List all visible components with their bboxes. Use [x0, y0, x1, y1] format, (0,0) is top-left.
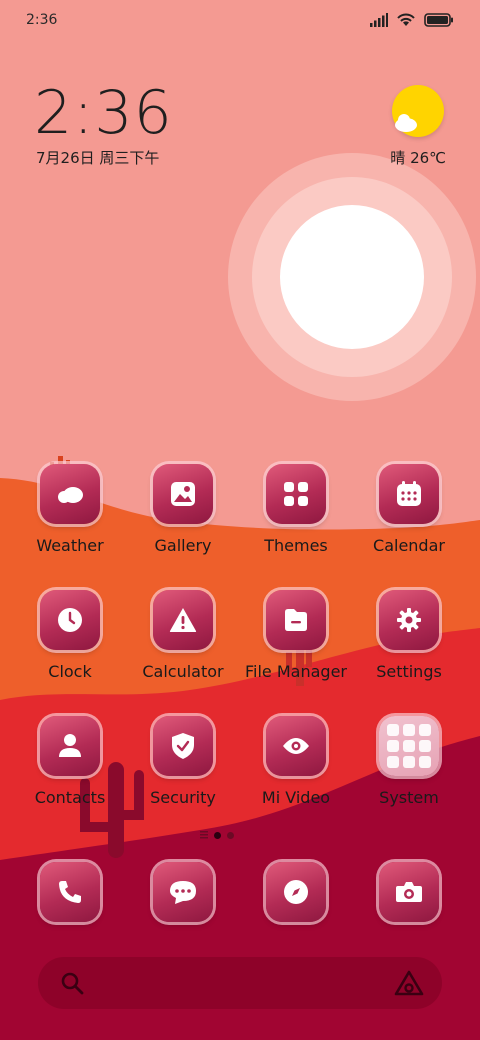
app-contacts[interactable]: Contacts	[14, 716, 126, 807]
dock-camera-tile[interactable]	[379, 862, 439, 922]
clock-icon	[58, 608, 82, 632]
warning-icon	[169, 608, 197, 632]
app-label: System	[379, 788, 439, 807]
app-clock-tile[interactable]	[40, 590, 100, 650]
message-icon	[170, 881, 196, 904]
app-security[interactable]: Security	[127, 716, 239, 807]
search-bar[interactable]	[38, 957, 442, 1009]
folder-grid-icon	[387, 724, 431, 768]
cloud-icon	[58, 487, 83, 503]
wifi-icon	[397, 13, 415, 26]
dock-camera[interactable]	[353, 862, 465, 922]
app-calculator-tile[interactable]	[153, 590, 213, 650]
menu-lines-icon	[200, 831, 208, 839]
status-time: 2:36	[26, 12, 58, 28]
app-settings[interactable]: Settings	[353, 590, 465, 681]
app-gallery[interactable]: Gallery	[127, 464, 239, 555]
app-calendar-tile[interactable]	[379, 464, 439, 524]
sun	[280, 205, 424, 349]
dock-browser[interactable]	[240, 862, 352, 922]
app-system-folder[interactable]: System	[353, 716, 465, 807]
app-label: File Manager	[245, 662, 347, 681]
clock-widget-date[interactable]: 7月26日 周三下午	[36, 147, 159, 168]
app-themes[interactable]: Themes	[240, 464, 352, 555]
app-system-tile[interactable]	[379, 716, 439, 776]
status-bar: 2:36	[26, 10, 454, 32]
app-label: Contacts	[34, 788, 106, 807]
app-label: Mi Video	[261, 788, 331, 807]
app-label: Themes	[264, 536, 328, 555]
app-calculator[interactable]: Calculator	[127, 590, 239, 681]
dock-messages-tile[interactable]	[153, 862, 213, 922]
app-label: Calculator	[142, 662, 224, 681]
signal-icon	[370, 13, 388, 27]
search-icon[interactable]	[60, 971, 84, 995]
app-weather-tile[interactable]	[40, 464, 100, 524]
app-themes-tile[interactable]	[266, 464, 326, 524]
eye-icon	[283, 738, 309, 754]
image-icon	[171, 482, 195, 506]
page-dot	[227, 831, 234, 839]
assistant-icon[interactable]	[394, 969, 424, 997]
app-label: Gallery	[154, 536, 212, 555]
folder-icon	[285, 609, 307, 631]
grid-icon	[284, 482, 308, 506]
app-contacts-tile[interactable]	[40, 716, 100, 776]
weather-text: 晴 26℃	[390, 149, 446, 167]
camera-icon	[396, 882, 422, 902]
app-calendar[interactable]: Calendar	[353, 464, 465, 555]
person-icon	[59, 734, 81, 757]
app-file-manager-tile[interactable]	[266, 590, 326, 650]
shield-icon	[172, 733, 194, 759]
app-label: Settings	[376, 662, 442, 681]
app-security-tile[interactable]	[153, 716, 213, 776]
app-label: Clock	[48, 662, 92, 681]
app-mi-video[interactable]: Mi Video	[240, 716, 352, 807]
app-settings-tile[interactable]	[379, 590, 439, 650]
clock-widget-time[interactable]: 2:36	[34, 78, 173, 148]
app-label: Weather	[36, 536, 104, 555]
phone-icon	[59, 881, 81, 903]
dock-phone[interactable]	[14, 862, 126, 922]
battery-icon	[424, 13, 453, 27]
app-mi-video-tile[interactable]	[266, 716, 326, 776]
app-label: Security	[150, 788, 216, 807]
page-dot-active	[214, 831, 221, 839]
app-file-manager[interactable]: File Manager	[240, 590, 352, 681]
app-label: Calendar	[373, 536, 445, 555]
dock-phone-tile[interactable]	[40, 862, 100, 922]
app-weather[interactable]: Weather	[14, 464, 126, 555]
app-clock[interactable]: Clock	[14, 590, 126, 681]
app-gallery-tile[interactable]	[153, 464, 213, 524]
page-indicator[interactable]	[200, 831, 234, 839]
sun-cloud-icon	[392, 85, 444, 137]
compass-icon	[284, 880, 308, 904]
dock-browser-tile[interactable]	[266, 862, 326, 922]
dock-messages[interactable]	[127, 862, 239, 922]
gear-icon	[397, 608, 421, 632]
calendar-icon	[397, 481, 421, 506]
